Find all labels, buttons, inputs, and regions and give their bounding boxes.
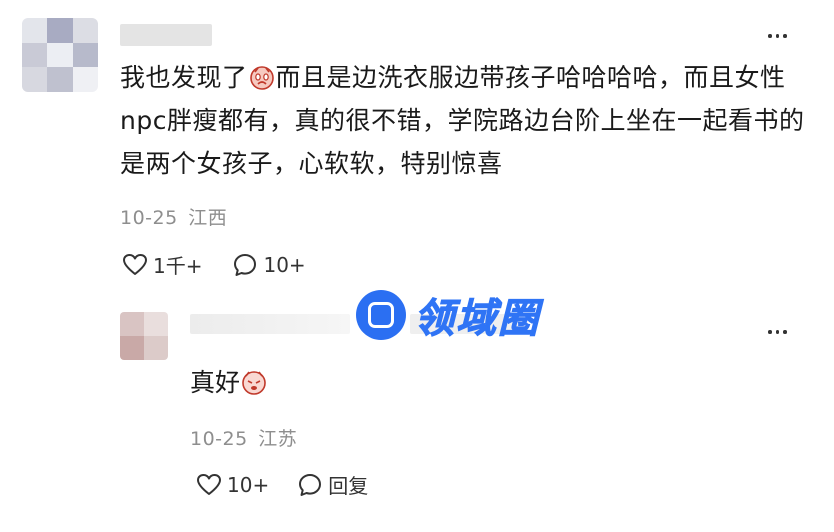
comment-bubble-icon [234, 253, 257, 276]
reply-date: 10-25 [190, 428, 248, 450]
reply-like-button[interactable]: 10+ [196, 473, 269, 497]
avatar[interactable] [22, 18, 98, 92]
comment-count: 10+ [263, 252, 306, 277]
comment-button[interactable]: 10+ [232, 252, 306, 278]
reply-actions: 10+ 回复 [196, 470, 368, 499]
more-dots-icon[interactable] [768, 34, 787, 38]
heart-icon [197, 473, 221, 495]
watermark: 领域圈 [356, 286, 540, 344]
crying-face-emoji [249, 66, 274, 90]
comment-bubble-icon [299, 473, 322, 496]
reply-text-content: 真好 [190, 368, 241, 397]
comment-location: 江西 [188, 207, 228, 229]
reply-label: 回复 [328, 474, 369, 498]
reply-text: 真好 [190, 363, 268, 399]
reply-button[interactable]: 回复 [297, 470, 368, 499]
comment-text-part1: 我也发现了 [120, 63, 248, 92]
reply-avatar[interactable] [120, 312, 168, 360]
comment-text: 我也发现了 而且是边洗衣服边带孩子哈哈哈哈，而且女性npc胖瘦都有，真的很不错，… [120, 56, 810, 185]
reply-username-blurred[interactable] [190, 314, 350, 334]
like-button[interactable]: 1千+ [122, 250, 202, 279]
reply-meta: 10-25 江苏 [190, 424, 297, 451]
like-count: 1千+ [153, 254, 203, 278]
shy-face-emoji [242, 371, 266, 395]
watermark-logo-icon [356, 290, 406, 340]
reply-location: 江苏 [258, 428, 298, 450]
heart-icon [123, 253, 147, 275]
comment-meta: 10-25 江西 [120, 203, 227, 230]
reply-like-count: 10+ [227, 472, 270, 497]
comment-actions: 1千+ 10+ [122, 250, 306, 279]
comment-date: 10-25 [120, 207, 178, 229]
watermark-text: 领域圈 [414, 296, 540, 343]
reply-more-dots-icon[interactable] [768, 330, 787, 334]
username-blurred[interactable] [120, 24, 212, 46]
